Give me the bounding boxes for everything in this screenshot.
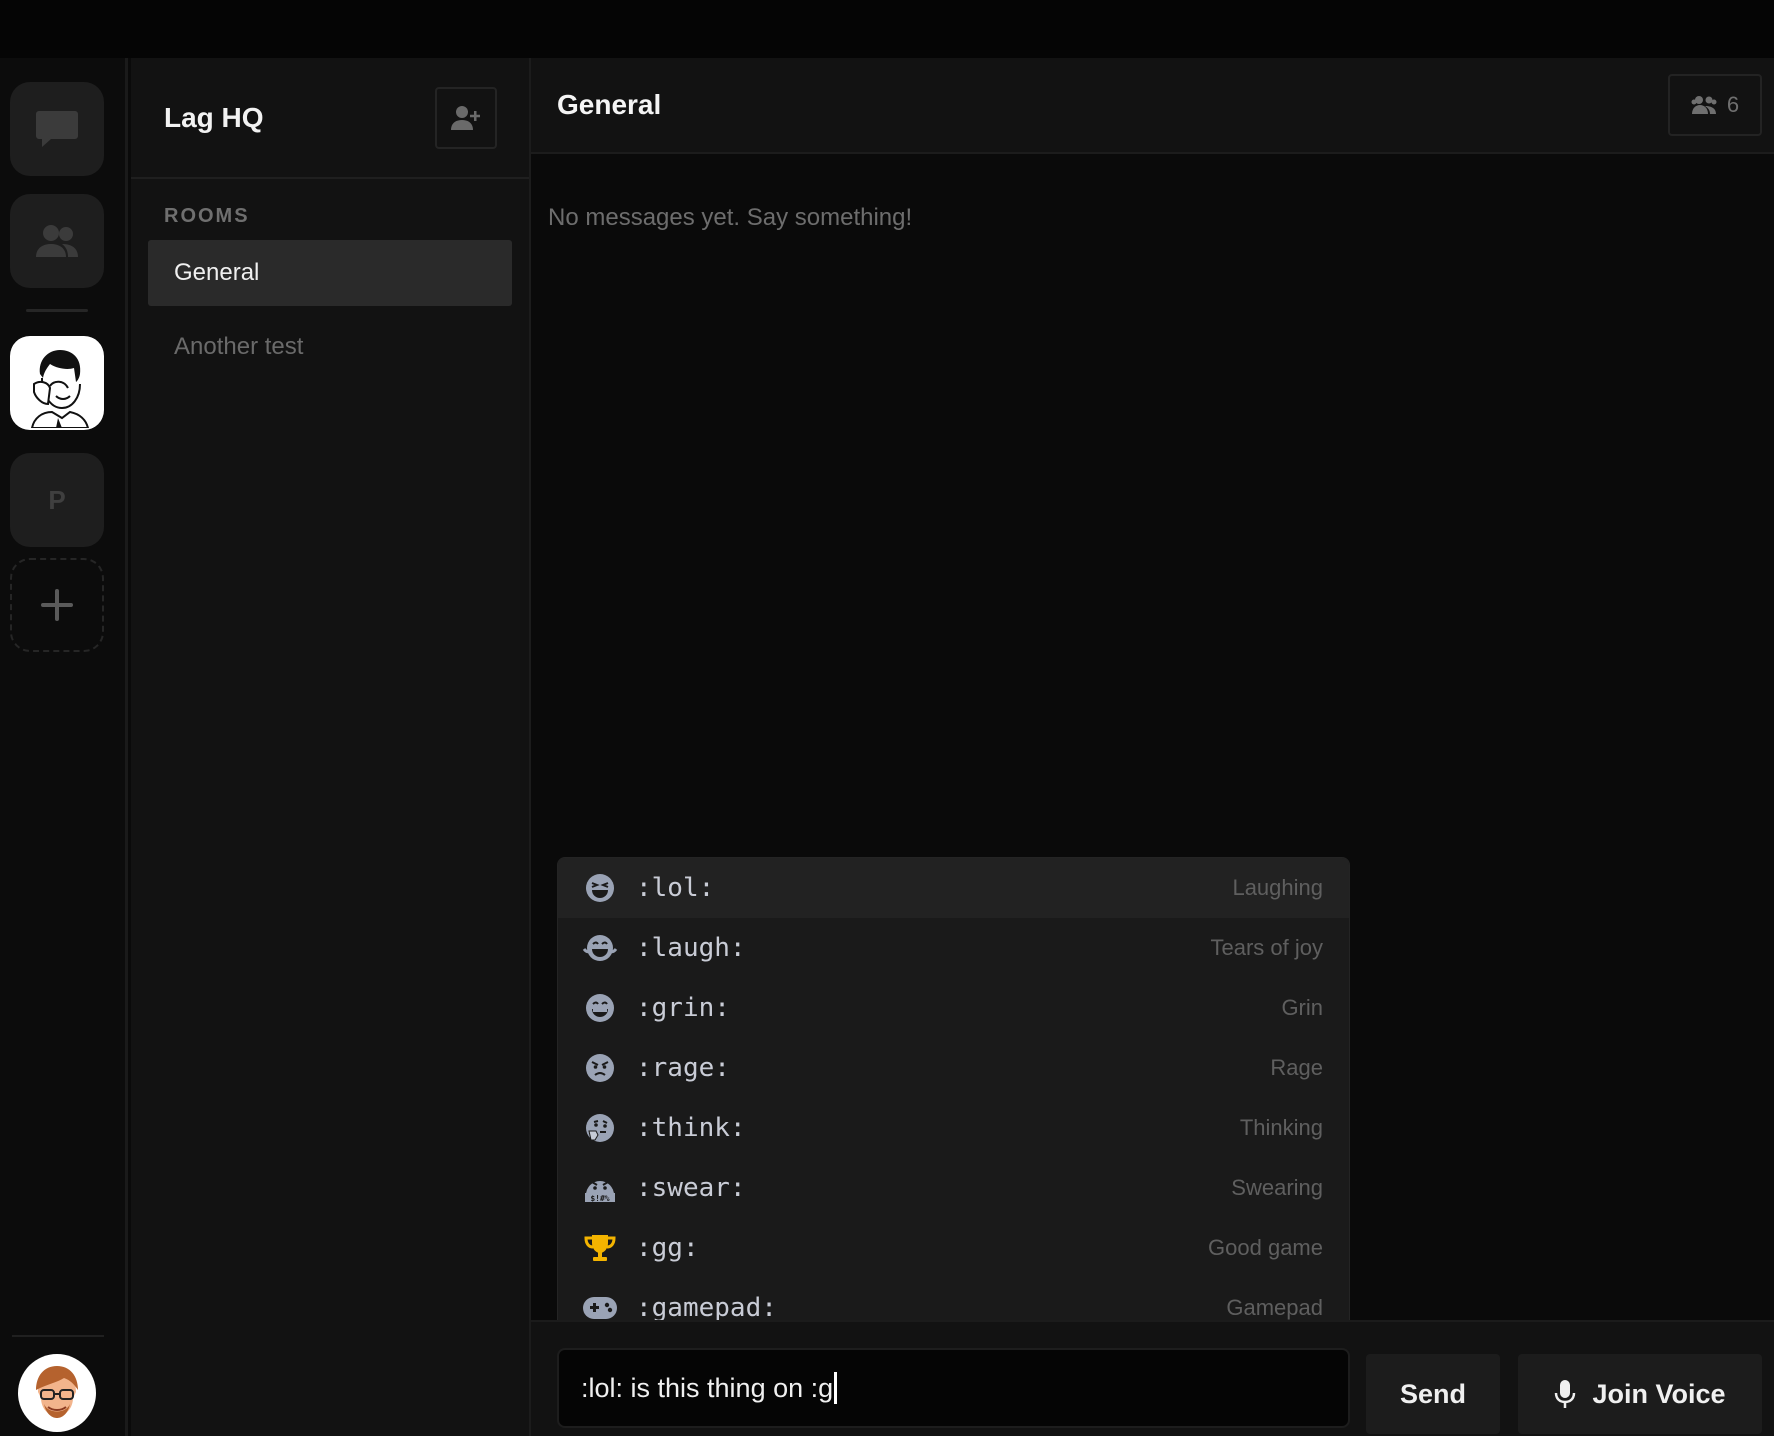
svg-text:$!#%: $!#% — [590, 1194, 609, 1203]
join-voice-label: Join Voice — [1592, 1378, 1726, 1409]
emoji-description: Gamepad — [1226, 1295, 1323, 1320]
members-button[interactable]: 6 — [1668, 74, 1762, 136]
swearing-face-icon: $!#% — [582, 1170, 618, 1206]
emoji-option[interactable]: $!#% :swear: Swearing — [558, 1158, 1349, 1218]
plus-icon — [41, 589, 73, 621]
emoji-code: :gg: — [636, 1233, 699, 1263]
empty-chat-message: No messages yet. Say something! — [548, 204, 913, 231]
emoji-code: :lol: — [636, 873, 715, 903]
microphone-icon — [1555, 1380, 1576, 1408]
emoji-code: :rage: — [636, 1053, 730, 1083]
rail-separator — [26, 309, 88, 312]
emoji-autocomplete: :lol: Laughing :laugh: Tears of joy :gri… — [557, 857, 1350, 1339]
server-avatar-icon — [12, 338, 102, 428]
window-titlebar — [0, 0, 1774, 58]
emoji-code: :think: — [636, 1113, 746, 1143]
emoji-description: Swearing — [1231, 1175, 1323, 1200]
room-another-test[interactable]: Another test — [148, 314, 512, 380]
emoji-description: Good game — [1208, 1235, 1323, 1260]
server-lag-hq[interactable] — [10, 336, 104, 430]
members-icon — [1691, 96, 1717, 114]
emoji-description: Tears of joy — [1210, 935, 1324, 960]
room-label: Another test — [174, 333, 304, 360]
add-user-icon — [451, 105, 480, 130]
thinking-face-icon — [582, 1110, 618, 1146]
emoji-code: :gamepad: — [636, 1293, 777, 1323]
trophy-icon — [582, 1230, 618, 1266]
people-icon — [36, 225, 78, 257]
server-p[interactable]: P — [10, 453, 104, 547]
message-input[interactable]: :lol: is this thing on :g — [557, 1348, 1350, 1428]
server-rail: P — [0, 58, 128, 1436]
send-label: Send — [1399, 1378, 1466, 1409]
emoji-option[interactable]: :laugh: Tears of joy — [558, 918, 1349, 978]
emoji-option[interactable]: :think: Thinking — [558, 1098, 1349, 1158]
emoji-description: Grin — [1281, 995, 1323, 1020]
emoji-option[interactable]: :rage: Rage — [558, 1038, 1349, 1098]
user-avatar-icon — [22, 1358, 92, 1428]
angry-face-icon — [582, 1050, 618, 1086]
laughing-face-icon — [582, 870, 618, 906]
chat-bubble-icon — [36, 111, 78, 147]
server-letter: P — [48, 484, 66, 515]
friends-button[interactable] — [10, 194, 104, 288]
emoji-code: :laugh: — [636, 933, 746, 963]
message-input-value: :lol: is this thing on :g — [581, 1372, 834, 1403]
server-name: Lag HQ — [164, 101, 264, 133]
channel-title: General — [557, 89, 662, 120]
tears-of-joy-face-icon — [582, 930, 618, 966]
direct-messages-button[interactable] — [10, 82, 104, 176]
member-count: 6 — [1726, 92, 1740, 117]
user-avatar[interactable] — [18, 1354, 96, 1432]
channel-sidebar: Lag HQ ROOMS General Another test — [131, 58, 531, 1436]
emoji-description: Laughing — [1232, 875, 1323, 900]
room-general[interactable]: General — [148, 240, 512, 306]
server-header: Lag HQ — [131, 58, 529, 179]
send-button[interactable]: Send — [1366, 1354, 1500, 1434]
rail-bottom-separator — [12, 1335, 104, 1337]
room-label: General — [174, 259, 260, 286]
emoji-code: :swear: — [636, 1173, 746, 1203]
emoji-code: :grin: — [636, 993, 730, 1023]
chat-header: General 6 — [531, 58, 1774, 154]
emoji-description: Rage — [1270, 1055, 1323, 1080]
join-voice-button[interactable]: Join Voice — [1518, 1354, 1762, 1434]
emoji-option[interactable]: :grin: Grin — [558, 978, 1349, 1038]
emoji-option[interactable]: :lol: Laughing — [558, 858, 1349, 918]
emoji-option[interactable]: :gg: Good game — [558, 1218, 1349, 1278]
add-server-button[interactable] — [10, 558, 104, 652]
text-caret — [834, 1372, 838, 1404]
invite-user-button[interactable] — [435, 86, 497, 149]
grinning-face-icon — [582, 990, 618, 1026]
rooms-section-label: ROOMS — [164, 205, 250, 227]
emoji-description: Thinking — [1239, 1115, 1323, 1140]
